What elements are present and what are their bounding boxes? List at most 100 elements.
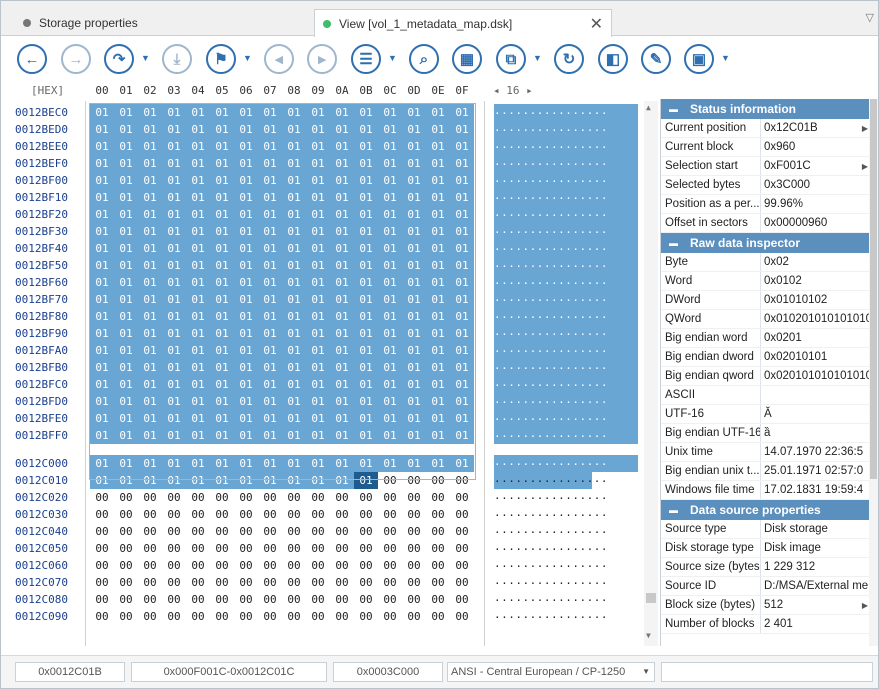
- hex-byte[interactable]: 00: [90, 540, 114, 557]
- hex-byte[interactable]: 01: [210, 325, 234, 342]
- hex-byte[interactable]: 01: [138, 172, 162, 189]
- hex-byte[interactable]: 01: [306, 291, 330, 308]
- hex-byte[interactable]: 00: [186, 540, 210, 557]
- hex-byte[interactable]: 01: [378, 455, 402, 472]
- hex-byte[interactable]: 01: [162, 472, 186, 489]
- ascii-column[interactable]: ................: [494, 240, 638, 257]
- hex-byte[interactable]: 01: [90, 393, 114, 410]
- hex-byte[interactable]: 01: [210, 342, 234, 359]
- hex-byte[interactable]: 01: [402, 274, 426, 291]
- hex-byte[interactable]: 00: [426, 591, 450, 608]
- hex-byte[interactable]: 01: [354, 206, 378, 223]
- hex-byte[interactable]: 00: [330, 506, 354, 523]
- hex-byte[interactable]: 01: [378, 291, 402, 308]
- hex-byte[interactable]: 01: [258, 342, 282, 359]
- hex-byte[interactable]: 01: [426, 274, 450, 291]
- hex-byte[interactable]: 01: [354, 308, 378, 325]
- hex-byte[interactable]: 01: [402, 121, 426, 138]
- hex-byte[interactable]: 01: [330, 274, 354, 291]
- hex-byte[interactable]: 00: [114, 574, 138, 591]
- hex-byte[interactable]: 01: [138, 121, 162, 138]
- hex-byte[interactable]: 01: [330, 104, 354, 121]
- hex-byte[interactable]: 01: [378, 427, 402, 444]
- hex-byte[interactable]: 00: [234, 608, 258, 625]
- hex-byte[interactable]: 00: [306, 574, 330, 591]
- hex-byte[interactable]: 01: [114, 189, 138, 206]
- hex-byte[interactable]: 01: [162, 308, 186, 325]
- hex-byte[interactable]: 00: [354, 489, 378, 506]
- back-icon[interactable]: ←: [17, 44, 47, 74]
- tab-storage-properties[interactable]: Storage properties: [9, 9, 309, 36]
- hex-byte[interactable]: 01: [186, 206, 210, 223]
- hex-byte[interactable]: 01: [354, 427, 378, 444]
- hex-byte[interactable]: 01: [450, 376, 474, 393]
- hex-byte[interactable]: 00: [138, 591, 162, 608]
- hex-byte[interactable]: 01: [186, 472, 210, 489]
- hex-byte[interactable]: 00: [450, 472, 474, 489]
- hex-byte[interactable]: 01: [234, 223, 258, 240]
- ascii-column[interactable]: ................: [494, 359, 638, 376]
- hex-byte[interactable]: 01: [258, 359, 282, 376]
- hex-byte[interactable]: 00: [306, 557, 330, 574]
- scroll-thumb[interactable]: [646, 593, 656, 603]
- hex-byte[interactable]: 01: [234, 240, 258, 257]
- save-dropdown-icon[interactable]: ▼: [721, 53, 730, 63]
- hex-byte[interactable]: 01: [378, 308, 402, 325]
- hex-byte[interactable]: 01: [210, 274, 234, 291]
- hex-byte[interactable]: 01: [138, 393, 162, 410]
- hex-view[interactable]: 0012BEC0 01 01 01 01 01 01 01 01 01 01 01 01 01 01 01 01…: [1, 101, 659, 646]
- ascii-column[interactable]: ................: [494, 342, 638, 359]
- hex-byte[interactable]: 00: [330, 574, 354, 591]
- hex-byte[interactable]: 00: [162, 608, 186, 625]
- hex-byte[interactable]: 00: [450, 557, 474, 574]
- hex-byte[interactable]: 01: [282, 274, 306, 291]
- hex-byte[interactable]: 01: [282, 472, 306, 489]
- hex-byte[interactable]: 01: [330, 410, 354, 427]
- property-row[interactable]: Current block 0x960: [661, 138, 878, 157]
- hex-byte[interactable]: 01: [210, 472, 234, 489]
- hex-byte[interactable]: 01: [426, 325, 450, 342]
- hex-byte[interactable]: 00: [90, 608, 114, 625]
- ascii-column[interactable]: ................: [494, 523, 638, 540]
- hex-byte[interactable]: 01: [378, 274, 402, 291]
- hex-byte[interactable]: 01: [354, 376, 378, 393]
- ascii-column[interactable]: ................: [494, 557, 638, 574]
- hex-byte[interactable]: 01: [354, 121, 378, 138]
- hex-byte[interactable]: 00: [306, 506, 330, 523]
- hex-byte[interactable]: 00: [162, 540, 186, 557]
- hex-byte[interactable]: 00: [402, 540, 426, 557]
- hex-byte[interactable]: 01: [162, 325, 186, 342]
- hex-byte[interactable]: 00: [114, 540, 138, 557]
- hex-byte[interactable]: 01: [330, 427, 354, 444]
- encoding-select[interactable]: ANSI - Central European / CP-1250 ▼: [447, 662, 655, 682]
- hex-byte[interactable]: 00: [306, 608, 330, 625]
- hex-byte[interactable]: 01: [258, 427, 282, 444]
- hex-byte[interactable]: 01: [450, 308, 474, 325]
- hex-byte[interactable]: 01: [138, 206, 162, 223]
- hex-byte[interactable]: 00: [138, 489, 162, 506]
- hex-byte[interactable]: 01: [330, 472, 354, 489]
- hex-byte[interactable]: 00: [402, 489, 426, 506]
- hex-byte[interactable]: 01: [90, 104, 114, 121]
- property-row[interactable]: Big endian qword 0x0201010101010102: [661, 367, 878, 386]
- hex-byte[interactable]: 01: [282, 325, 306, 342]
- hex-byte[interactable]: 01: [426, 291, 450, 308]
- hex-byte[interactable]: 01: [234, 325, 258, 342]
- hex-byte[interactable]: 01: [354, 155, 378, 172]
- hex-byte[interactable]: 01: [90, 189, 114, 206]
- hex-byte[interactable]: 00: [450, 506, 474, 523]
- hex-byte[interactable]: 01: [210, 455, 234, 472]
- hex-byte[interactable]: 00: [402, 591, 426, 608]
- hex-byte[interactable]: 00: [282, 506, 306, 523]
- hex-byte[interactable]: 01: [426, 155, 450, 172]
- hex-byte[interactable]: 01: [234, 410, 258, 427]
- hex-byte[interactable]: 01: [114, 308, 138, 325]
- hex-byte[interactable]: 01: [114, 104, 138, 121]
- hex-byte[interactable]: 01: [258, 172, 282, 189]
- hex-byte[interactable]: 01: [306, 257, 330, 274]
- hex-byte[interactable]: 01: [330, 393, 354, 410]
- hex-byte[interactable]: 00: [426, 574, 450, 591]
- hex-byte[interactable]: 01: [330, 359, 354, 376]
- hex-byte[interactable]: 00: [378, 591, 402, 608]
- hex-byte[interactable]: 00: [210, 489, 234, 506]
